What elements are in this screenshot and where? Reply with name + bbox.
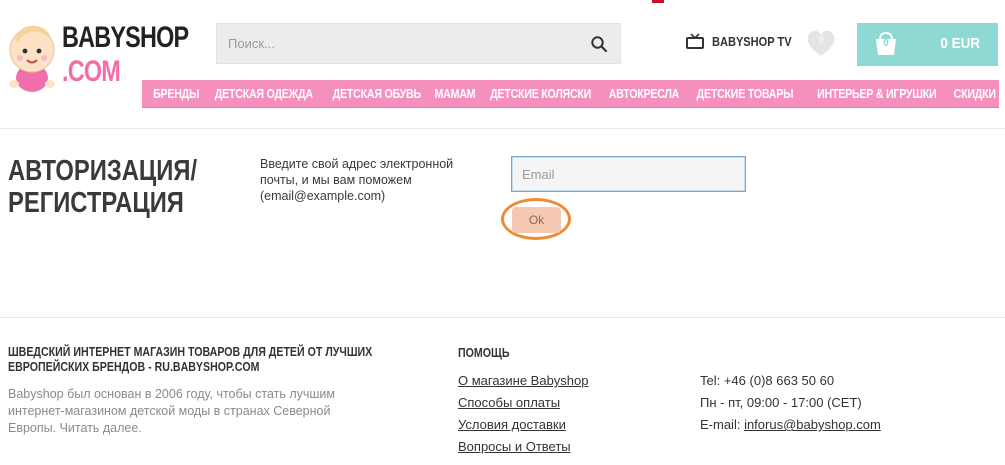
divider — [0, 128, 1005, 129]
flag-icon[interactable] — [652, 0, 664, 3]
nav-item-car-seats[interactable]: АВТОКРЕСЛА — [609, 86, 680, 101]
email-field[interactable] — [511, 156, 746, 192]
contact-phone: Tel: +46 (0)8 663 50 60 — [700, 373, 835, 388]
help-link-payment[interactable]: Способы оплаты — [458, 395, 589, 417]
page-title: АВТОРИЗАЦИЯ/ РЕГИСТРАЦИЯ — [8, 155, 197, 219]
contacts: Tel: +46 (0)8 663 50 60 Пн - пт, 09:00 -… — [700, 373, 881, 439]
nav-item-kids-clothing[interactable]: ДЕТСКАЯ ОДЕЖДА — [214, 86, 312, 101]
contact-email-link[interactable]: inforus@babyshop.com — [744, 417, 881, 432]
cart-button[interactable]: 0 0 EUR — [857, 23, 998, 66]
logo-domain: .COM — [62, 55, 121, 88]
logo-wordmark: BABYSHOP — [62, 21, 189, 54]
footer-about-text[interactable]: Babyshop был основан в 2006 году, чтобы … — [8, 386, 353, 437]
ok-button[interactable]: Ok — [512, 207, 561, 233]
baby-mascot-icon — [9, 25, 55, 92]
tv-icon — [686, 33, 704, 49]
tv-label: BABYSHOP TV — [712, 33, 792, 49]
nav-item-moms[interactable]: МАМАМ — [434, 86, 475, 101]
wishlist-count: 0 — [818, 35, 824, 45]
page-title-line1: АВТОРИЗАЦИЯ/ — [8, 155, 198, 187]
search-icon[interactable] — [590, 35, 608, 53]
search-input[interactable] — [217, 24, 577, 63]
footer-heading-line2: ЕВРОПЕЙСКИХ БРЕНДОВ - RU.BABYSHOP.COM — [8, 360, 260, 374]
nav-item-kids-shoes[interactable]: ДЕТСКАЯ ОБУВЬ — [332, 86, 420, 101]
nav-item-strollers[interactable]: ДЕТСКИЕ КОЛЯСКИ — [490, 86, 591, 101]
top-strip — [0, 0, 1005, 4]
page-title-line2: РЕГИСТРАЦИЯ — [8, 187, 184, 219]
babyshop-tv-link[interactable]: BABYSHOP TV — [686, 33, 806, 49]
auth-description: Введите свой адрес электронной почты, и … — [260, 157, 454, 203]
help-link-about[interactable]: О магазине Babyshop — [458, 373, 589, 395]
nav-item-interior-toys[interactable]: ИНТЕРЬЕР & ИГРУШКИ — [817, 86, 937, 101]
footer-heading: ШВЕДСКИЙ ИНТЕРНЕТ МАГАЗИН ТОВАРОВ ДЛЯ ДЕ… — [8, 345, 373, 375]
help-link-delivery[interactable]: Условия доставки — [458, 417, 589, 439]
main-nav: БРЕНДЫ ДЕТСКАЯ ОДЕЖДА ДЕТСКАЯ ОБУВЬ МАМА… — [142, 80, 999, 108]
contact-hours: Пн - пт, 09:00 - 17:00 (CET) — [700, 395, 862, 410]
nav-item-brands[interactable]: БРЕНДЫ — [153, 86, 199, 101]
contact-email-label: E-mail: — [700, 417, 745, 432]
nav-item-kids-goods[interactable]: ДЕТСКИЕ ТОВАРЫ — [697, 86, 794, 101]
search-box — [216, 23, 621, 64]
help-title: ПОМОЩЬ — [458, 346, 510, 360]
nav-item-sale[interactable]: СКИДКИ — [953, 86, 995, 101]
footer-heading-line1: ШВЕДСКИЙ ИНТЕРНЕТ МАГАЗИН ТОВАРОВ ДЛЯ ДЕ… — [8, 345, 373, 359]
cart-count: 0 — [883, 38, 889, 49]
footer-divider — [0, 317, 1005, 318]
help-link-faq[interactable]: Вопросы и Ответы — [458, 439, 589, 461]
cart-total: 0 EUR — [940, 35, 980, 52]
highlight-circle: Ok — [501, 198, 571, 240]
wishlist-button[interactable]: 0 — [805, 28, 837, 58]
help-links: О магазине Babyshop Способы оплаты Услов… — [458, 373, 589, 461]
contact-email: E-mail: inforus@babyshop.com — [700, 417, 881, 439]
